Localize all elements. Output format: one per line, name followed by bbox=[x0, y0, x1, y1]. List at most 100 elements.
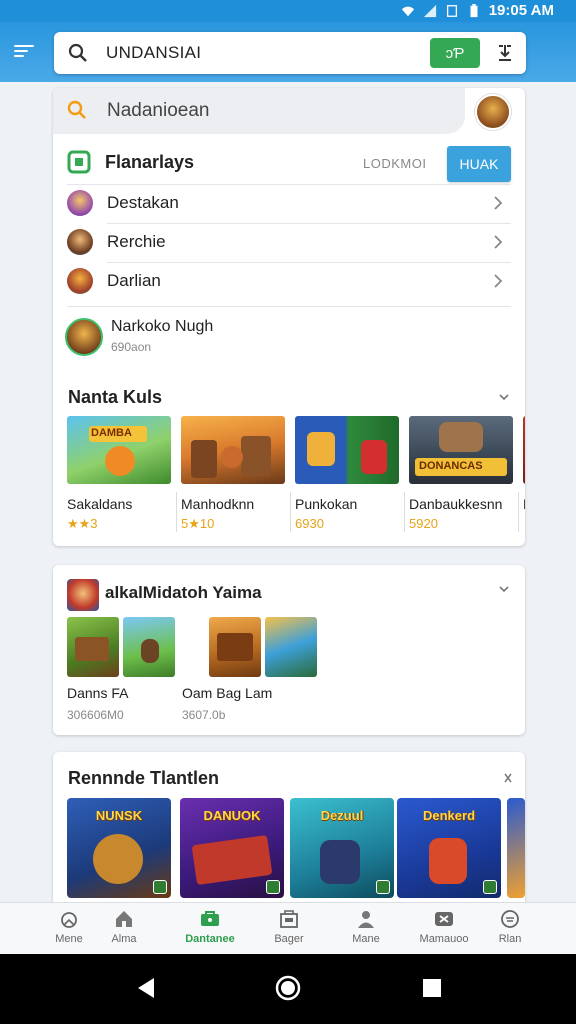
store-icon bbox=[201, 911, 219, 926]
search-input[interactable]: UNDANSIAI bbox=[106, 43, 201, 63]
recommended-panel: Rennnde Tlantlen NUNSK DANUOK Dezuul Den… bbox=[53, 752, 525, 912]
game-thumbnail bbox=[523, 416, 525, 484]
collection-icon bbox=[67, 579, 99, 611]
chevron-right-icon bbox=[494, 235, 503, 249]
game-thumbnail[interactable] bbox=[123, 617, 175, 677]
app-bar: UNDANSIAI ↄƤ bbox=[0, 22, 576, 82]
game-thumbnail[interactable]: Denkerd bbox=[397, 798, 501, 898]
game-card[interactable]: Manhodknn 5★10 bbox=[181, 416, 291, 532]
list-item-label: Destakan bbox=[107, 193, 179, 212]
app-badge-icon bbox=[153, 880, 167, 894]
game-thumb-label: DAMBA bbox=[91, 427, 132, 439]
menu-icon[interactable] bbox=[14, 42, 34, 60]
game-thumb-label: NUNSK bbox=[95, 808, 143, 823]
nav-item-bager[interactable]: Bager bbox=[253, 903, 325, 955]
game-name: N bbox=[523, 496, 525, 512]
featured-meta: LODKMOI bbox=[363, 156, 427, 171]
avatar bbox=[67, 190, 93, 216]
game-rating: 6930 bbox=[295, 516, 324, 531]
profile-avatar[interactable] bbox=[475, 94, 511, 130]
divider bbox=[67, 306, 511, 307]
game-card[interactable]: Punkokan 6930 bbox=[295, 416, 405, 532]
item-name: Oam Bag Lam bbox=[182, 685, 273, 701]
divider bbox=[290, 492, 291, 532]
panel-search-bar[interactable]: Nadanioean bbox=[53, 88, 465, 134]
home-outline-icon bbox=[61, 912, 77, 928]
list-item-darlian[interactable]: Darlian bbox=[67, 262, 511, 300]
user-row[interactable]: Narkoko Nugh 690aon bbox=[65, 316, 509, 360]
search-icon bbox=[68, 43, 87, 62]
game-thumbnail bbox=[295, 416, 399, 484]
close-icon[interactable] bbox=[501, 772, 515, 784]
app-badge-icon bbox=[376, 880, 390, 894]
app-badge-icon bbox=[266, 880, 280, 894]
avatar bbox=[67, 229, 93, 255]
user-avatar bbox=[65, 318, 103, 356]
search-icon bbox=[67, 100, 86, 119]
game-thumb-label: DONANCAS bbox=[419, 460, 483, 472]
game-thumbnail[interactable]: DANUOK bbox=[180, 798, 284, 898]
game-rating: 5920 bbox=[409, 516, 438, 531]
featured-title: Flanarlays bbox=[105, 152, 195, 172]
search-bar[interactable]: UNDANSIAI ↄƤ bbox=[54, 32, 526, 74]
game-thumb-label: Denkerd bbox=[422, 808, 476, 823]
nav-label: Mamauoo bbox=[419, 933, 469, 945]
game-name: Manhodknn bbox=[181, 496, 255, 512]
featured-button-label: HUAK bbox=[459, 156, 499, 172]
nav-item-mane[interactable]: Mane bbox=[330, 903, 402, 955]
game-card[interactable]: DONANCAS Danbaukkesnn 5920 bbox=[409, 416, 519, 532]
game-thumbnail[interactable]: Dezuul bbox=[290, 798, 394, 898]
voice-search-button[interactable]: ↄƤ bbox=[430, 38, 480, 68]
wifi-icon bbox=[401, 6, 414, 16]
user-subtitle: 690aon bbox=[111, 340, 152, 354]
system-navigation-bar bbox=[0, 954, 576, 1024]
home-icon[interactable] bbox=[266, 966, 310, 1010]
gamepad-icon bbox=[435, 912, 453, 926]
game-thumbnail[interactable] bbox=[507, 798, 525, 898]
user-name: Narkoko Nugh bbox=[111, 318, 214, 335]
nav-label: Dantanee bbox=[185, 933, 235, 945]
collection-panel: alkalMidatoh Yaima Danns FA 306606M0 Oam… bbox=[53, 565, 525, 735]
game-thumbnail[interactable]: NUNSK bbox=[67, 798, 171, 898]
download-icon[interactable] bbox=[494, 42, 516, 64]
featured-action-button[interactable]: HUAK bbox=[447, 146, 511, 182]
list-item-label: Darlian bbox=[107, 271, 161, 290]
list-item-label: Rerchie bbox=[107, 232, 166, 251]
game-thumbnail[interactable] bbox=[67, 617, 119, 677]
game-strip: DAMBA Sakaldans ★★3 Manhodknn 5★10 Punko… bbox=[67, 416, 525, 532]
play-store-icon bbox=[67, 150, 91, 174]
nav-label: Bager bbox=[274, 933, 304, 945]
game-thumbnail[interactable] bbox=[209, 617, 261, 677]
game-card[interactable]: N bbox=[523, 416, 525, 532]
chevron-down-icon[interactable] bbox=[497, 391, 511, 403]
list-item-destakan[interactable]: Destakan bbox=[67, 184, 511, 222]
nav-label: Mane bbox=[352, 933, 380, 945]
collection-title: alkalMidatoh Yaima bbox=[105, 583, 262, 602]
featured-row[interactable]: Flanarlays LODKMOI HUAK bbox=[67, 146, 511, 184]
chevron-right-icon bbox=[494, 196, 503, 210]
game-thumb-label: Dezuul bbox=[320, 808, 364, 823]
status-time: 19:05 AM bbox=[488, 2, 554, 19]
game-thumbnail[interactable] bbox=[265, 617, 317, 677]
person-icon bbox=[358, 911, 374, 928]
game-name: Danbaukkesnn bbox=[409, 496, 503, 512]
list-item-rerchie[interactable]: Rerchie bbox=[67, 223, 511, 261]
nav-item-alma[interactable]: Alma bbox=[88, 903, 160, 955]
bottom-navigation: Mene Alma Dantanee Bager Mane Mamauoo Rl… bbox=[0, 902, 576, 954]
panel-search-input[interactable]: Nadanioean bbox=[107, 100, 209, 122]
house-icon bbox=[116, 911, 132, 927]
nav-item-rlan[interactable]: Rlan bbox=[474, 903, 546, 955]
nav-item-dantanee[interactable]: Dantanee bbox=[174, 903, 246, 955]
sim-icon bbox=[446, 4, 457, 17]
game-thumbnail: DONANCAS bbox=[409, 416, 513, 484]
recents-icon[interactable] bbox=[410, 966, 454, 1010]
back-icon[interactable] bbox=[124, 966, 168, 1010]
signal-icon bbox=[423, 4, 436, 17]
chevron-down-icon[interactable] bbox=[497, 583, 511, 595]
voice-button-label: ↄƤ bbox=[445, 44, 465, 62]
game-rating: 5★10 bbox=[181, 516, 215, 531]
status-bar: 19:05 AM bbox=[0, 0, 576, 22]
nav-item-mamauoo[interactable]: Mamauoo bbox=[408, 903, 480, 955]
game-card[interactable]: DAMBA Sakaldans ★★3 bbox=[67, 416, 177, 532]
section-title: Nanta Kuls bbox=[68, 387, 163, 407]
